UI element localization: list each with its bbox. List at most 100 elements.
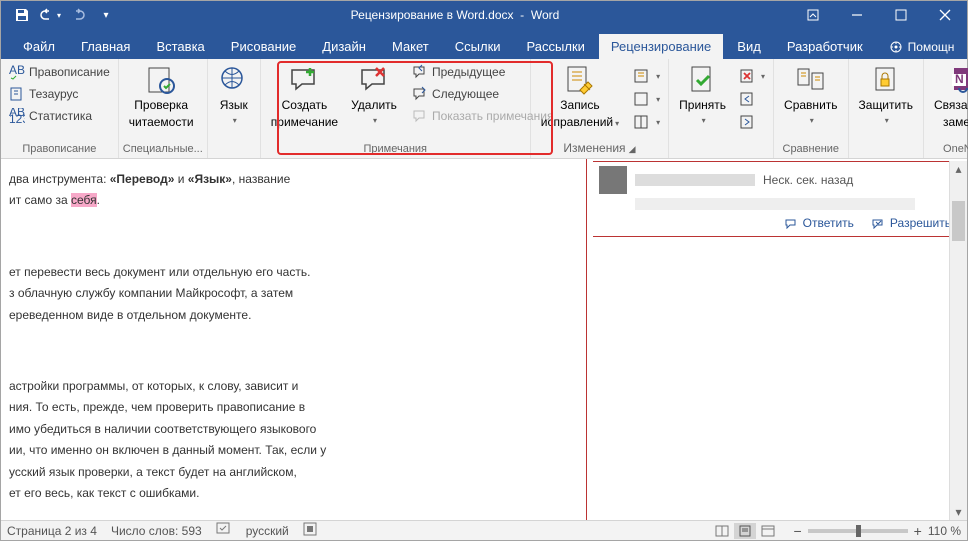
doc-text: два инструмента: «Перевод» и «Язык», наз… <box>9 171 576 188</box>
spell-check-icon[interactable] <box>216 522 232 539</box>
word-count[interactable]: Число слов: 593 <box>111 524 202 538</box>
qat-customize-button[interactable]: ▾ <box>93 2 119 28</box>
track-changes-button[interactable]: Записьисправлений▾ <box>535 62 625 132</box>
group-label-changes <box>673 141 769 158</box>
ribbon-options-button[interactable] <box>791 1 835 29</box>
tab-design[interactable]: Дизайн <box>310 34 378 59</box>
group-changes: Принять▾ ▾ <box>669 59 774 158</box>
ribbon-tabs: Файл Главная Вставка Рисование Дизайн Ма… <box>1 29 967 59</box>
scrollbar-thumb[interactable] <box>952 201 965 241</box>
group-label-language <box>212 141 256 158</box>
comment-text <box>635 198 915 210</box>
tell-me-button[interactable]: Помощн <box>877 35 967 59</box>
doc-text: ет перевести весь документ или отдельную… <box>9 264 576 281</box>
zoom-in-button[interactable]: + <box>914 523 922 539</box>
scroll-up-icon[interactable]: ▴ <box>950 161 967 177</box>
group-accessibility: Проверкачитаемости Специальные... <box>119 59 208 158</box>
window-title: Рецензирование в Word.docx - Word <box>119 8 791 22</box>
window-controls <box>791 1 967 29</box>
language-indicator[interactable]: русский <box>246 524 289 538</box>
zoom-slider[interactable] <box>808 529 908 533</box>
group-onenote: N Связанныезаметки OneNote <box>924 59 968 158</box>
status-bar: Страница 2 из 4 Число слов: 593 русский … <box>1 520 967 540</box>
group-label-tracking: Изменения ◢ <box>535 139 664 158</box>
previous-change-button[interactable] <box>735 89 769 109</box>
tab-references[interactable]: Ссылки <box>443 34 513 59</box>
reply-button[interactable]: Ответить <box>785 216 854 230</box>
undo-button[interactable]: ▾ <box>37 2 63 28</box>
doc-text: ереведенном виде в отдельном документе. <box>9 307 576 324</box>
tab-insert[interactable]: Вставка <box>144 34 216 59</box>
read-mode-button[interactable] <box>711 523 733 539</box>
doc-text: усский язык проверки, а текст будет на а… <box>9 464 576 481</box>
reject-button[interactable]: ▾ <box>735 66 769 86</box>
selected-text: себя <box>71 193 97 207</box>
doc-text: ит само за себя. <box>9 192 576 209</box>
group-protect: Защитить▾ <box>849 59 924 158</box>
svg-text:N: N <box>955 72 964 86</box>
maximize-button[interactable] <box>879 1 923 29</box>
vertical-scrollbar[interactable]: ▴ ▾ <box>949 161 967 520</box>
compare-button[interactable]: Сравнить▾ <box>778 62 843 127</box>
zoom-level[interactable]: 110 % <box>928 524 961 538</box>
tab-developer[interactable]: Разработчик <box>775 34 875 59</box>
doc-text: ет его весь, как текст с ошибками. <box>9 485 576 502</box>
group-label-accessibility: Специальные... <box>123 141 203 158</box>
check-accessibility-button[interactable]: Проверкачитаемости <box>123 62 200 132</box>
comments-pane: Неск. сек. назад Ответить Разрешить ▴ ▾ <box>587 159 967 520</box>
accept-button[interactable]: Принять▾ <box>673 62 732 127</box>
close-button[interactable] <box>923 1 967 29</box>
redo-button[interactable] <box>65 2 91 28</box>
spelling-button[interactable]: ABCПравописание <box>5 62 114 82</box>
show-markup-button[interactable]: ▾ <box>630 89 664 109</box>
tab-home[interactable]: Главная <box>69 34 142 59</box>
delete-comment-button[interactable]: Удалить▾ <box>345 62 403 127</box>
group-tracking: Записьисправлений▾ ▾ ▾ ▾ Изменения ◢ <box>531 59 669 158</box>
page-indicator[interactable]: Страница 2 из 4 <box>7 524 97 538</box>
next-change-button[interactable] <box>735 112 769 132</box>
thesaurus-button[interactable]: Тезаурус <box>5 84 114 104</box>
comment-timestamp: Неск. сек. назад <box>763 173 853 187</box>
group-label-protect <box>853 141 919 158</box>
group-comments: Создатьпримечание Удалить▾ Предыдущее Сл… <box>261 59 531 158</box>
document-body[interactable]: два инструмента: «Перевод» и «Язык», наз… <box>1 159 587 520</box>
minimize-button[interactable] <box>835 1 879 29</box>
avatar <box>599 166 627 194</box>
comment-author <box>635 174 755 186</box>
web-layout-button[interactable] <box>757 523 779 539</box>
new-comment-button[interactable]: Создатьпримечание <box>265 62 344 132</box>
resolve-button[interactable]: Разрешить <box>872 216 951 230</box>
tab-view[interactable]: Вид <box>725 34 773 59</box>
linked-notes-button[interactable]: N Связанныезаметки <box>928 62 968 132</box>
document-area: два инструмента: «Перевод» и «Язык», наз… <box>1 159 967 520</box>
tab-file[interactable]: Файл <box>11 34 67 59</box>
comment-card[interactable]: Неск. сек. назад Ответить Разрешить <box>593 161 967 237</box>
zoom-out-button[interactable]: − <box>793 523 801 539</box>
view-buttons <box>711 523 779 539</box>
language-button[interactable]: Язык▾ <box>212 62 256 127</box>
ribbon: ABCПравописание Тезаурус ABC123Статистик… <box>1 59 967 159</box>
print-layout-button[interactable] <box>734 523 756 539</box>
svg-text:123: 123 <box>9 112 25 124</box>
group-label-comments: Примечания <box>265 141 526 158</box>
tab-layout[interactable]: Макет <box>380 34 441 59</box>
doc-text: астройки программы, от которых, к слову,… <box>9 378 576 395</box>
display-for-review-button[interactable]: ▾ <box>630 66 664 86</box>
scroll-down-icon[interactable]: ▾ <box>950 504 967 520</box>
doc-text: ии, что именно он включен в данный момен… <box>9 442 576 459</box>
tab-review[interactable]: Рецензирование <box>599 34 723 59</box>
save-button[interactable] <box>9 2 35 28</box>
reviewing-pane-button[interactable]: ▾ <box>630 112 664 132</box>
tab-drawing[interactable]: Рисование <box>219 34 308 59</box>
group-language: Язык▾ <box>208 59 261 158</box>
word-count-button[interactable]: ABC123Статистика <box>5 106 114 126</box>
group-label-onenote: OneNote <box>928 141 968 158</box>
doc-text: ния. То есть, прежде, чем проверить прав… <box>9 399 576 416</box>
group-label-compare: Сравнение <box>778 141 843 158</box>
protect-button[interactable]: Защитить▾ <box>853 62 919 127</box>
macro-indicator[interactable] <box>303 522 317 539</box>
doc-text: имо убедиться в наличии соответствующего… <box>9 421 576 438</box>
zoom-handle[interactable] <box>856 525 861 537</box>
tab-mailings[interactable]: Рассылки <box>515 34 597 59</box>
group-compare: Сравнить▾ Сравнение <box>774 59 848 158</box>
